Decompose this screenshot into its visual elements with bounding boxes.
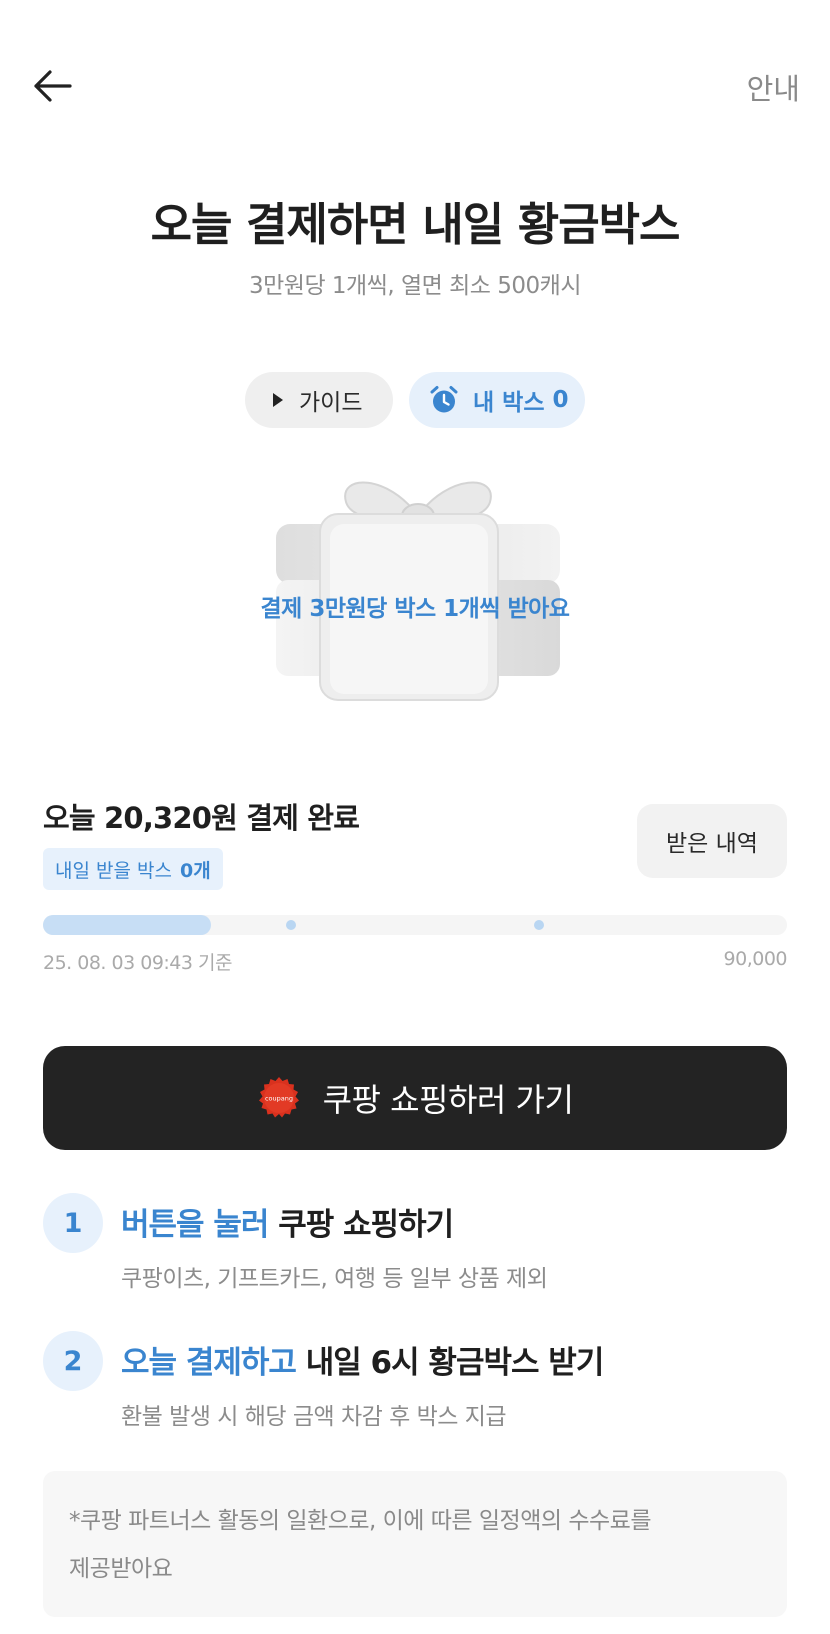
arrow-left-icon [34, 70, 72, 102]
step-number: 2 [43, 1331, 103, 1391]
gift-box-icon [276, 481, 560, 701]
partners-notice: *쿠팡 파트너스 활동의 일환으로, 이에 따른 일정액의 수수료를 제공받아요 [43, 1471, 787, 1617]
alarm-clock-icon [430, 386, 458, 413]
step-heading-highlight: 오늘 결제하고 [121, 1345, 297, 1381]
step-heading-highlight: 버튼을 눌러 [121, 1207, 269, 1243]
go-shopping-button[interactable]: coupang 쿠팡 쇼핑하러 가기 [43, 1046, 787, 1150]
notice-line-2: 제공받아요 [69, 1556, 173, 1582]
back-button[interactable] [28, 62, 76, 110]
step-heading: 오늘 결제하고 내일 6시 황금박스 받기 [121, 1337, 605, 1382]
step-heading-rest: 내일 6시 황금박스 받기 [295, 1345, 605, 1381]
coupang-logo-icon: coupang [258, 1077, 299, 1118]
progress-milestone-dot [534, 920, 544, 930]
go-shopping-label: 쿠팡 쇼핑하러 가기 [322, 1081, 574, 1119]
payment-status: 오늘 20,320원 결제 완료 [43, 801, 360, 835]
play-icon [273, 393, 283, 407]
progress-timestamp: 25. 08. 03 09:43 기준 [43, 952, 232, 974]
my-box-label: 내 박스 [473, 390, 545, 416]
progress-milestone-dot [286, 920, 296, 930]
page-subtitle: 3만원당 1개씩, 열면 최소 500캐시 [249, 273, 581, 299]
step-number: 1 [43, 1193, 103, 1253]
tomorrow-box-badge: 내일 받을 박스 0개 [43, 848, 223, 890]
guide-button[interactable]: 가이드 [245, 372, 393, 428]
step-heading-rest: 쿠팡 쇼핑하기 [268, 1207, 454, 1243]
top-bar: 안내 [0, 0, 830, 170]
gift-caption: 결제 3만원당 박스 1개씩 받아요 [260, 596, 570, 622]
page-title: 오늘 결제하면 내일 황금박스 [150, 198, 681, 251]
step-description: 쿠팡이츠, 기프트카드, 여행 등 일부 상품 제외 [121, 1266, 548, 1292]
history-button[interactable]: 받은 내역 [637, 804, 787, 878]
notice-line-1: *쿠팡 파트너스 활동의 일환으로, 이에 따른 일정액의 수수료를 [69, 1508, 652, 1534]
svg-text:coupang: coupang [265, 1095, 293, 1103]
tomorrow-box-count: 0개 [179, 859, 211, 882]
progress-fill [43, 915, 211, 935]
step-heading: 버튼을 눌러 쿠팡 쇼핑하기 [121, 1199, 454, 1244]
guide-label: 가이드 [299, 390, 363, 416]
payment-progress-bar [43, 915, 787, 935]
my-box-count: 0 [552, 387, 569, 413]
my-box-button[interactable]: 내 박스 0 [409, 372, 585, 428]
tomorrow-box-label: 내일 받을 박스 [55, 859, 172, 882]
progress-max-label: 90,000 [723, 948, 788, 970]
info-link[interactable]: 안내 [747, 66, 800, 108]
step-description: 환불 발생 시 해당 금액 차감 후 박스 지급 [121, 1404, 507, 1430]
